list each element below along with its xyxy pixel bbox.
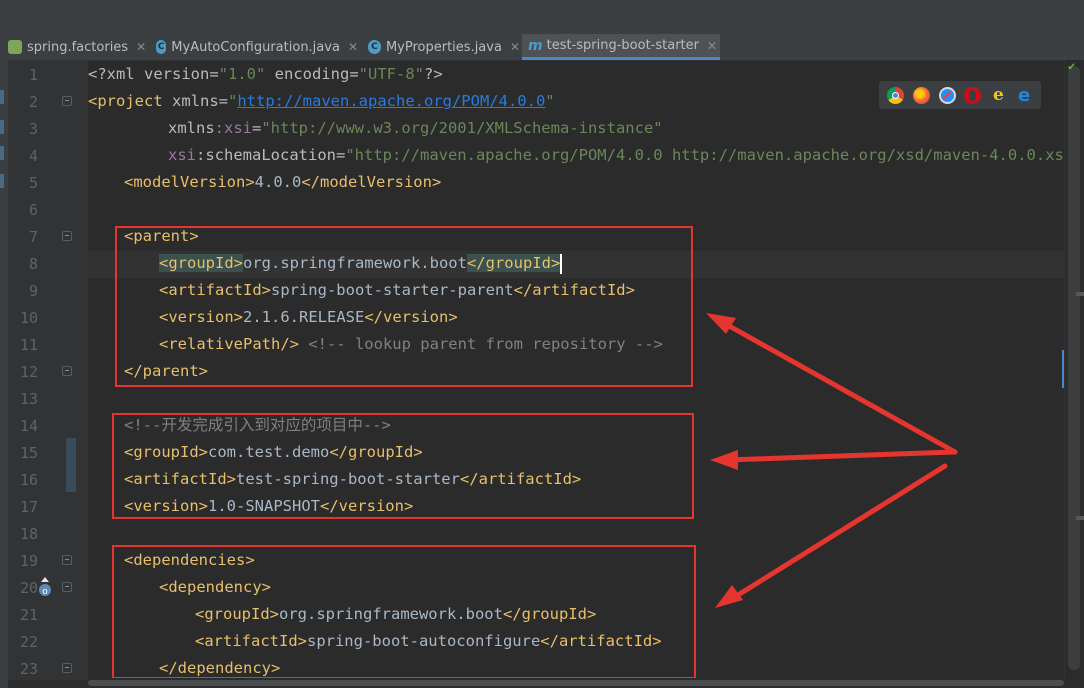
horizontal-scrollbar[interactable] [88,680,1064,686]
analysis-ok-icon: ✔ [1068,59,1076,73]
marker-stripe [1076,516,1084,520]
vertical-scrollbar[interactable] [1068,66,1080,670]
annotation-arrows [706,313,958,608]
marker-stripe [1076,292,1084,296]
scroll-position-indicator [1062,350,1064,388]
arrowhead-dependencies [715,585,743,608]
arrowhead-parent [706,313,736,334]
arrow-to-dependencies [727,463,948,603]
arrow-to-coordinates [723,449,958,463]
arrowhead-coordinates [710,450,738,470]
arrow-to-parent [719,319,958,455]
